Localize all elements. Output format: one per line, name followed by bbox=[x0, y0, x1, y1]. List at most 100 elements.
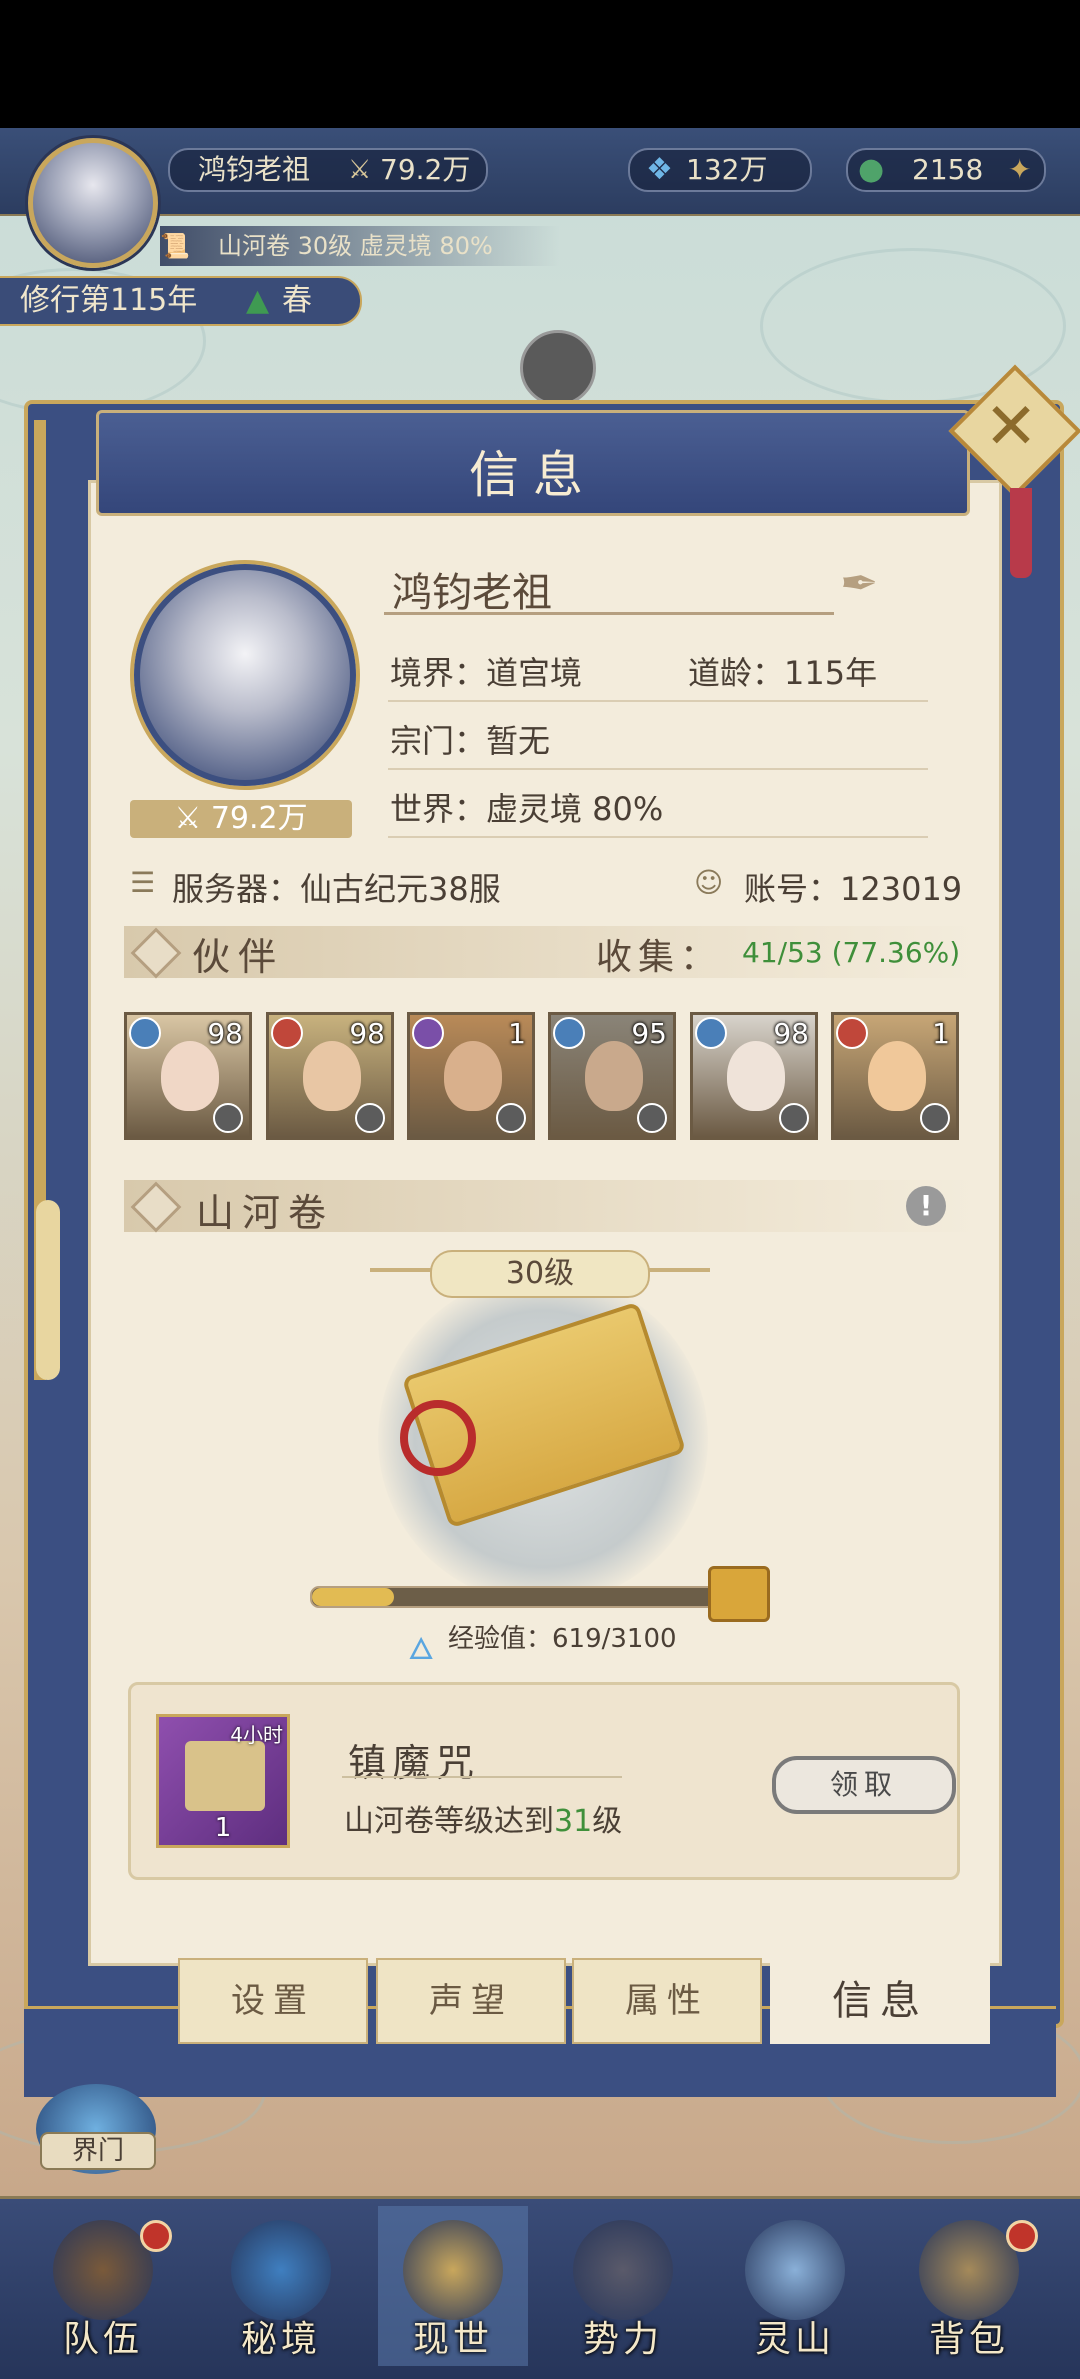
partner-card[interactable]: 1 bbox=[831, 1012, 959, 1140]
reward-name-underline bbox=[342, 1776, 622, 1778]
element-fire-icon bbox=[271, 1017, 303, 1049]
partner-level: 95 bbox=[631, 1017, 667, 1050]
partner-class-icon bbox=[355, 1103, 385, 1133]
partners-title: 伙伴 bbox=[192, 935, 285, 979]
name-underline bbox=[384, 612, 834, 615]
treasure-chest-icon[interactable] bbox=[708, 1566, 770, 1622]
tab-info-active[interactable]: 信息 bbox=[770, 1958, 990, 2044]
tab-label: 信息 bbox=[832, 1978, 928, 2024]
claim-button[interactable]: 领取 bbox=[772, 1756, 956, 1814]
cultivation-year: 修行第115年 bbox=[20, 283, 198, 318]
exp-progress-bar bbox=[310, 1586, 724, 1608]
sect-field: 宗门：暂无 bbox=[390, 722, 551, 760]
partner-level: 1 bbox=[508, 1017, 526, 1050]
spirit-stone-pill[interactable]: ❖ 132万 bbox=[628, 148, 812, 192]
map-marker-icon[interactable] bbox=[520, 330, 596, 406]
account-field: 账号：123019 bbox=[744, 870, 963, 908]
tree-icon: ▲ bbox=[246, 283, 270, 318]
gate-button[interactable]: 界门 bbox=[40, 2132, 156, 2170]
realm-field: 境界：道宫境 bbox=[390, 654, 583, 692]
scroll-status-bar[interactable]: 📜 山河卷 30级 虚灵境 80% bbox=[160, 226, 560, 266]
reward-item-icon[interactable]: 4小时 1 bbox=[156, 1714, 290, 1848]
partner-portrait bbox=[303, 1041, 361, 1111]
modal-title: 信息 bbox=[469, 446, 597, 504]
tab-label: 声望 bbox=[429, 1981, 513, 2021]
account-icon: ☺ bbox=[694, 866, 724, 899]
partner-portrait bbox=[161, 1041, 219, 1111]
partner-portrait bbox=[444, 1041, 502, 1111]
partner-card[interactable]: 1 bbox=[407, 1012, 535, 1140]
divider bbox=[388, 700, 928, 702]
divider bbox=[388, 836, 928, 838]
partner-card[interactable]: 95 bbox=[548, 1012, 676, 1140]
nav-bag[interactable]: 背包 bbox=[894, 2206, 1044, 2366]
server-field: 服务器：仙古纪元38服 bbox=[172, 870, 501, 908]
nav-team[interactable]: 队伍 bbox=[28, 2206, 178, 2366]
exp-label: 经验值：619/3100 bbox=[448, 1624, 677, 1654]
server-icon: ☰ bbox=[130, 866, 156, 899]
faction-icon bbox=[573, 2220, 673, 2320]
partner-portrait bbox=[727, 1041, 785, 1111]
tab-attributes[interactable]: 属性 bbox=[572, 1958, 762, 2044]
tab-label: 设置 bbox=[231, 1981, 315, 2021]
scroll-ribbon-icon bbox=[400, 1400, 476, 1476]
hud-jade: 2158 bbox=[912, 153, 984, 186]
claim-label: 领取 bbox=[829, 1768, 898, 1801]
element-water-icon bbox=[553, 1017, 585, 1049]
reward-name: 镇魔咒 bbox=[348, 1741, 481, 1785]
player-avatar[interactable] bbox=[28, 138, 158, 268]
partner-level: 98 bbox=[349, 1017, 385, 1050]
reward-duration: 4小时 bbox=[230, 1723, 283, 1747]
nav-secret-realm[interactable]: 秘境 bbox=[206, 2206, 356, 2366]
notification-dot bbox=[1006, 2220, 1038, 2252]
jade-pill[interactable]: ● 2158 ✦ bbox=[846, 148, 1046, 192]
tab-label: 属性 bbox=[625, 1981, 709, 2021]
nav-label: 队伍 bbox=[62, 2319, 143, 2360]
hud-spirit-stones: 132万 bbox=[686, 153, 768, 186]
reward-desc-prefix: 山河卷等级达到 bbox=[344, 1804, 554, 1839]
element-water-icon bbox=[129, 1017, 161, 1049]
spirit-mountain-icon bbox=[745, 2220, 845, 2320]
hud-power: 79.2万 bbox=[380, 153, 471, 186]
element-water-icon bbox=[695, 1017, 727, 1049]
partner-class-icon bbox=[637, 1103, 667, 1133]
nav-label: 势力 bbox=[582, 2319, 663, 2360]
scroll-level-badge: 30级 bbox=[430, 1250, 650, 1298]
reward-description: 山河卷等级达到31级 bbox=[344, 1796, 622, 1840]
partner-card[interactable]: 98 bbox=[266, 1012, 394, 1140]
exp-progress-fill bbox=[312, 1588, 394, 1606]
power-badge-icon: ⚔ bbox=[174, 801, 211, 836]
partner-class-icon bbox=[920, 1103, 950, 1133]
nav-label: 现世 bbox=[412, 2319, 493, 2360]
nav-world[interactable]: 现世 bbox=[378, 2206, 528, 2366]
partner-level: 1 bbox=[932, 1017, 950, 1050]
power-badge-value: 79.2万 bbox=[210, 801, 308, 836]
red-tassel bbox=[1010, 488, 1032, 578]
partner-level: 98 bbox=[207, 1017, 243, 1050]
add-currency-icon[interactable]: ✦ bbox=[1008, 150, 1031, 190]
tab-reputation[interactable]: 声望 bbox=[376, 1958, 566, 2044]
partner-card[interactable]: 98 bbox=[690, 1012, 818, 1140]
collect-value: 41/53 (77.36%) bbox=[742, 936, 961, 969]
scroll-status-text: 山河卷 30级 虚灵境 80% bbox=[218, 232, 493, 260]
player-info-pill: 鸿钧老祖 ⚔ 79.2万 bbox=[168, 148, 488, 192]
tab-settings[interactable]: 设置 bbox=[178, 1958, 368, 2044]
nav-faction[interactable]: 势力 bbox=[548, 2206, 698, 2366]
scroll-level: 30级 bbox=[505, 1256, 575, 1291]
jade-coin-icon: ● bbox=[858, 152, 885, 187]
reward-desc-suffix: 级 bbox=[592, 1804, 623, 1839]
crystal-icon: ❖ bbox=[646, 152, 673, 187]
power-badge: ⚔ 79.2万 bbox=[130, 800, 352, 838]
gate-label: 界门 bbox=[71, 2136, 124, 2166]
nav-label: 灵山 bbox=[754, 2319, 835, 2360]
player-portrait[interactable] bbox=[134, 564, 356, 786]
info-icon[interactable]: ! bbox=[906, 1186, 946, 1226]
partner-card[interactable]: 98 bbox=[124, 1012, 252, 1140]
reward-scroll-icon bbox=[185, 1741, 265, 1811]
left-tassel bbox=[36, 1200, 60, 1380]
close-icon[interactable]: ✕ bbox=[968, 384, 1054, 470]
partner-class-icon bbox=[496, 1103, 526, 1133]
collect-label: 收集： bbox=[596, 937, 723, 978]
element-dark-icon bbox=[412, 1017, 444, 1049]
nav-spirit-mountain[interactable]: 灵山 bbox=[720, 2206, 870, 2366]
